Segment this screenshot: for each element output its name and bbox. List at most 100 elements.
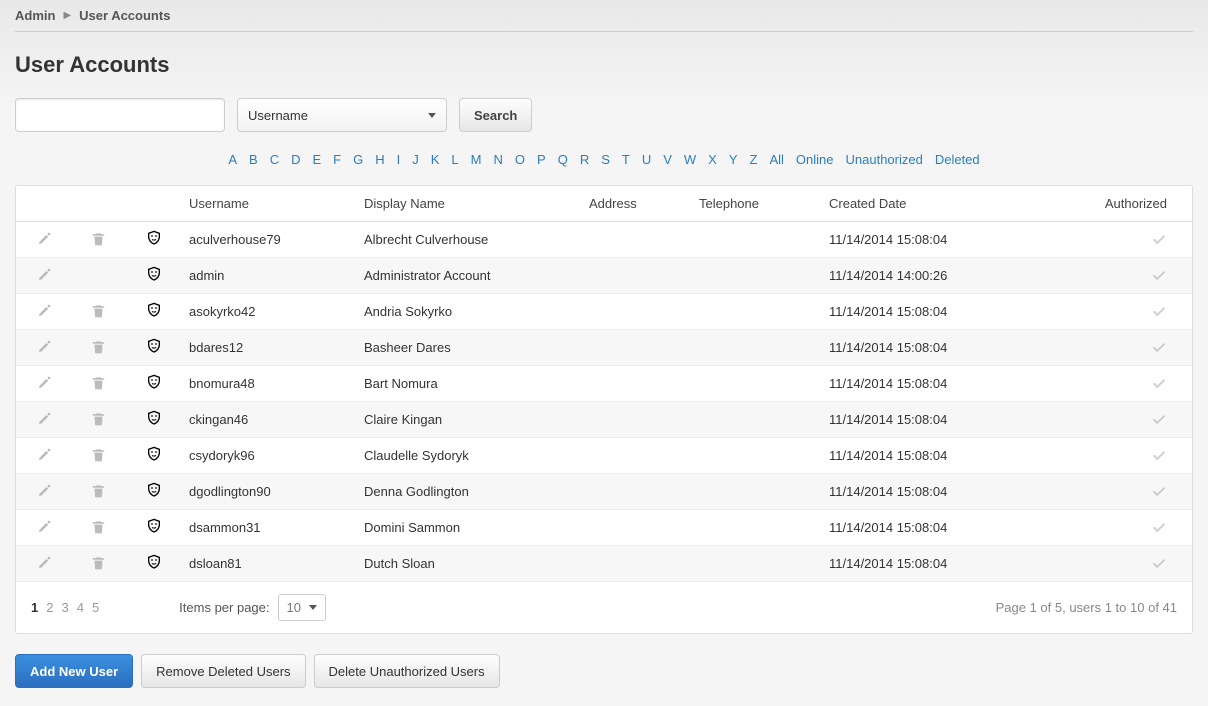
alpha-filter-f[interactable]: F	[333, 152, 341, 167]
delete-icon[interactable]	[91, 519, 107, 535]
delete-icon[interactable]	[91, 375, 107, 391]
cell-telephone	[691, 366, 821, 402]
check-icon	[1151, 375, 1167, 391]
cell-displayname: Basheer Dares	[356, 330, 581, 366]
cell-address	[581, 294, 691, 330]
check-icon	[1151, 267, 1167, 283]
alpha-filter-o[interactable]: O	[515, 152, 525, 167]
delete-icon[interactable]	[91, 303, 107, 319]
search-field-dropdown[interactable]: Username	[237, 98, 447, 132]
alpha-filter-online[interactable]: Online	[796, 152, 834, 167]
edit-icon[interactable]	[36, 519, 52, 535]
search-input[interactable]	[15, 98, 225, 132]
shield-icon[interactable]	[146, 266, 162, 282]
alpha-filter-y[interactable]: Y	[729, 152, 738, 167]
cell-telephone	[691, 330, 821, 366]
edit-icon[interactable]	[36, 375, 52, 391]
alpha-filter-unauthorized[interactable]: Unauthorized	[846, 152, 923, 167]
col-created[interactable]: Created Date	[821, 186, 1031, 222]
alpha-filter-t[interactable]: T	[622, 152, 630, 167]
cell-username: admin	[181, 258, 356, 294]
edit-icon[interactable]	[36, 483, 52, 499]
col-displayname[interactable]: Display Name	[356, 186, 581, 222]
shield-icon[interactable]	[146, 302, 162, 318]
delete-icon[interactable]	[91, 339, 107, 355]
cell-address	[581, 546, 691, 582]
edit-icon[interactable]	[36, 231, 52, 247]
shield-icon[interactable]	[146, 230, 162, 246]
edit-icon[interactable]	[36, 303, 52, 319]
alpha-filter-p[interactable]: P	[537, 152, 546, 167]
col-address[interactable]: Address	[581, 186, 691, 222]
add-new-user-button[interactable]: Add New User	[15, 654, 133, 688]
delete-icon[interactable]	[91, 231, 107, 247]
cell-telephone	[691, 510, 821, 546]
delete-unauthorized-users-button[interactable]: Delete Unauthorized Users	[314, 654, 500, 688]
alpha-filter-x[interactable]: X	[708, 152, 717, 167]
cell-telephone	[691, 222, 821, 258]
alpha-filter-b[interactable]: B	[249, 152, 258, 167]
alpha-filter-w[interactable]: W	[684, 152, 696, 167]
pager-page-4[interactable]: 4	[77, 600, 84, 615]
alpha-filter-d[interactable]: D	[291, 152, 300, 167]
col-username[interactable]: Username	[181, 186, 356, 222]
alpha-filter-g[interactable]: G	[353, 152, 363, 167]
cell-address	[581, 438, 691, 474]
shield-icon[interactable]	[146, 482, 162, 498]
check-icon	[1151, 303, 1167, 319]
shield-icon[interactable]	[146, 518, 162, 534]
pagination-summary: Page 1 of 5, users 1 to 10 of 41	[996, 600, 1177, 615]
col-authorized[interactable]: Authorized	[1031, 186, 1192, 222]
alpha-filter-z[interactable]: Z	[750, 152, 758, 167]
delete-icon[interactable]	[91, 447, 107, 463]
alpha-filter-v[interactable]: V	[663, 152, 672, 167]
alpha-filter-i[interactable]: I	[397, 152, 401, 167]
cell-username: dsloan81	[181, 546, 356, 582]
cell-telephone	[691, 546, 821, 582]
breadcrumb-current[interactable]: User Accounts	[79, 8, 170, 23]
per-page-select[interactable]: 10	[278, 594, 326, 621]
alpha-filter-e[interactable]: E	[312, 152, 321, 167]
alpha-filter-c[interactable]: C	[270, 152, 279, 167]
shield-icon[interactable]	[146, 338, 162, 354]
alpha-filter-k[interactable]: K	[431, 152, 440, 167]
pager-page-2[interactable]: 2	[46, 600, 53, 615]
edit-icon[interactable]	[36, 339, 52, 355]
alpha-filter-q[interactable]: Q	[558, 152, 568, 167]
alpha-filter-m[interactable]: M	[471, 152, 482, 167]
alpha-filter-r[interactable]: R	[580, 152, 589, 167]
alpha-filter-n[interactable]: N	[494, 152, 503, 167]
remove-deleted-users-button[interactable]: Remove Deleted Users	[141, 654, 305, 688]
delete-icon[interactable]	[91, 411, 107, 427]
search-button[interactable]: Search	[459, 98, 532, 132]
edit-icon[interactable]	[36, 447, 52, 463]
alpha-filter-a[interactable]: A	[228, 152, 237, 167]
edit-icon[interactable]	[36, 555, 52, 571]
delete-icon[interactable]	[91, 555, 107, 571]
shield-icon[interactable]	[146, 554, 162, 570]
breadcrumb-root[interactable]: Admin	[15, 8, 55, 23]
shield-icon[interactable]	[146, 410, 162, 426]
pager-page-3[interactable]: 3	[61, 600, 68, 615]
alpha-filter-s[interactable]: S	[601, 152, 610, 167]
shield-icon[interactable]	[146, 374, 162, 390]
alpha-filter-j[interactable]: J	[412, 152, 419, 167]
pager-page-5[interactable]: 5	[92, 600, 99, 615]
action-buttons: Add New User Remove Deleted Users Delete…	[15, 654, 1193, 688]
shield-icon[interactable]	[146, 446, 162, 462]
delete-icon[interactable]	[91, 483, 107, 499]
alpha-filter-u[interactable]: U	[642, 152, 651, 167]
pager-page-1[interactable]: 1	[31, 600, 38, 615]
cell-displayname: Denna Godlington	[356, 474, 581, 510]
cell-created: 11/14/2014 15:08:04	[821, 474, 1031, 510]
edit-icon[interactable]	[36, 267, 52, 283]
page-title: User Accounts	[15, 52, 1193, 78]
per-page-label: Items per page:	[179, 600, 269, 615]
alpha-filter-deleted[interactable]: Deleted	[935, 152, 980, 167]
col-telephone[interactable]: Telephone	[691, 186, 821, 222]
alpha-filter-h[interactable]: H	[375, 152, 384, 167]
alpha-filter-l[interactable]: L	[451, 152, 458, 167]
alpha-filter-all[interactable]: All	[769, 152, 783, 167]
col-edit	[16, 186, 71, 222]
edit-icon[interactable]	[36, 411, 52, 427]
